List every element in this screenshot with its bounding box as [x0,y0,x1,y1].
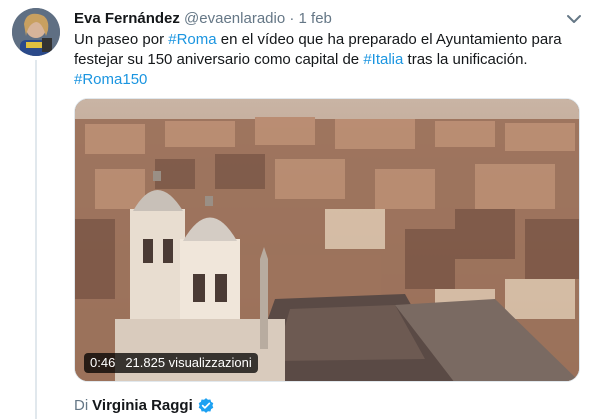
author-handle[interactable]: @evaenlaradio [184,10,285,27]
chevron-down-icon[interactable] [565,12,583,26]
tweet-date[interactable]: 1 feb [299,10,332,27]
tweet-text-part: Un paseo por [74,31,169,48]
thread-line [35,60,37,419]
verified-badge-icon [198,398,214,413]
video-thumbnail [75,99,579,381]
video-attribution: Di Virginia Raggi [74,396,215,416]
attribution-prefix: Di [74,397,89,414]
tweet-text: Un paseo por #Roma en el vídeo que ha pr… [74,30,579,90]
author-name[interactable]: Eva Fernández [74,10,180,27]
tweet-text-part: tras la unificación. [403,51,528,68]
video-views: 21.825 visualizzazioni [125,355,252,370]
video-info-badge: 0:46 21.825 visualizzazioni [84,353,258,373]
tweet-header: Eva Fernández @evaenlaradio · 1 feb [74,9,332,29]
video-player[interactable]: 0:46 21.825 visualizzazioni [74,98,580,382]
hashtag-link-roma150[interactable]: #Roma150 [74,71,147,88]
header-separator: · [289,10,295,27]
hashtag-link-italia[interactable]: #Italia [363,51,403,68]
video-duration: 0:46 [90,355,116,370]
attribution-name[interactable]: Virginia Raggi [92,396,193,416]
hashtag-link-roma[interactable]: #Roma [168,31,216,48]
avatar[interactable] [12,8,60,56]
